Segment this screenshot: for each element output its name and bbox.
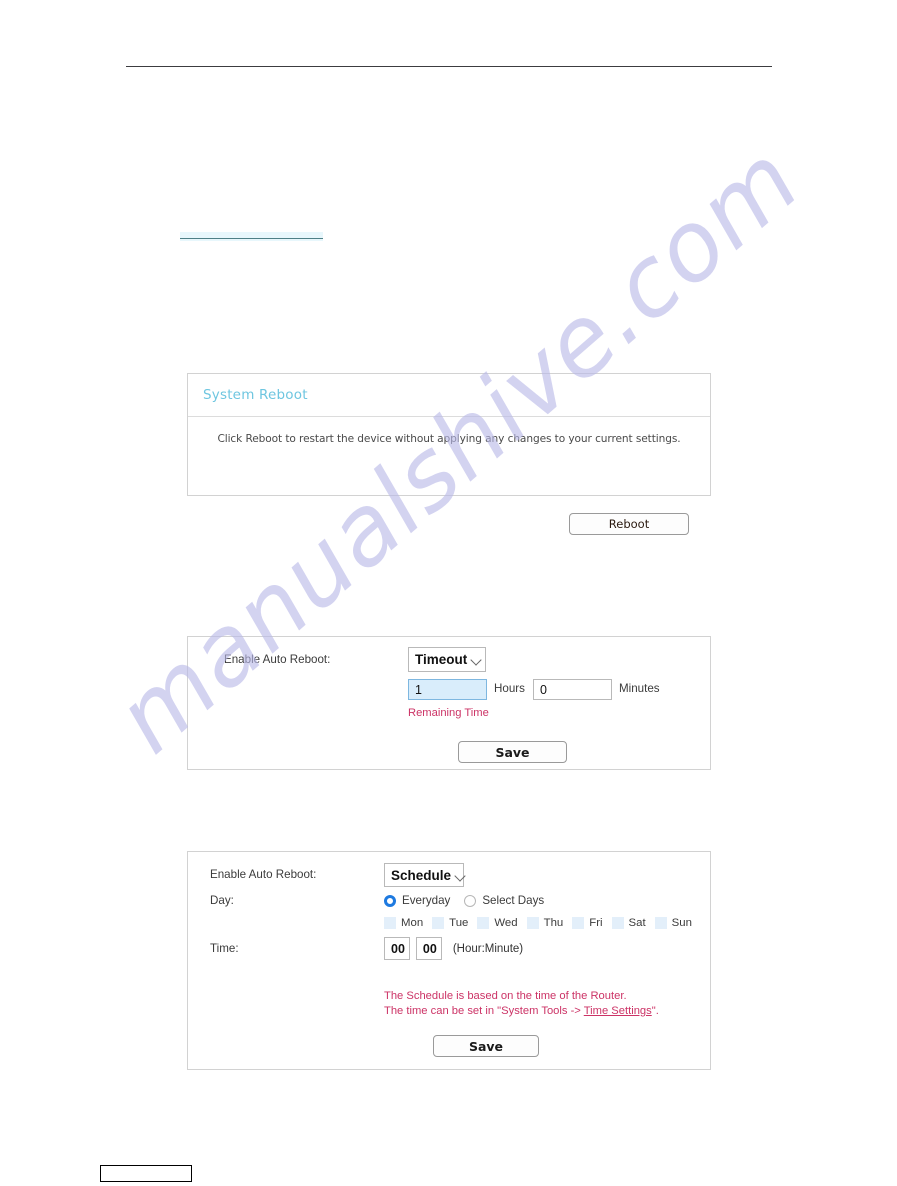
checkbox-icon[interactable] — [477, 917, 490, 929]
checkbox-icon[interactable] — [432, 917, 445, 929]
checkbox-icon[interactable] — [384, 917, 396, 929]
checkbox-icon[interactable] — [611, 917, 624, 929]
schedule-hint-prefix: The time can be set in "System Tools -> — [384, 1005, 584, 1017]
page-top-rule — [126, 66, 772, 67]
time-label: Time: — [210, 942, 239, 955]
day-label-sun: Sun — [671, 917, 692, 929]
auto-reboot-mode-select-schedule[interactable]: Schedule — [384, 863, 464, 887]
day-label-thu: Thu — [543, 917, 564, 929]
day-checkbox-mon[interactable]: Mon — [384, 917, 423, 929]
auto-reboot-schedule-panel: Enable Auto Reboot: Day: Time: Schedule … — [187, 851, 711, 1070]
radio-everyday-label[interactable]: Everyday — [402, 894, 450, 907]
hour-value: 00 — [391, 941, 405, 956]
minutes-input[interactable]: 0 — [533, 679, 612, 700]
hour-select[interactable]: 00 — [384, 937, 410, 960]
day-label-sat: Sat — [628, 917, 646, 929]
auto-reboot-timeout-panel: Enable Auto Reboot: Timeout 1 Hours 0 Mi… — [187, 636, 711, 770]
time-settings-link[interactable]: Time Settings — [584, 1005, 652, 1017]
day-checkbox-thu[interactable]: Thu — [526, 917, 564, 929]
remaining-time-label: Remaining Time — [408, 707, 489, 719]
system-reboot-title: System Reboot — [203, 387, 308, 403]
checkbox-icon[interactable] — [572, 917, 585, 929]
day-checkbox-wed[interactable]: Wed — [477, 917, 518, 929]
radio-everyday[interactable] — [384, 894, 396, 907]
system-reboot-panel: System Reboot Click Reboot to restart th… — [187, 373, 711, 535]
system-reboot-panel-body: Click Reboot to restart the device witho… — [188, 417, 710, 535]
system-reboot-description: Click Reboot to restart the device witho… — [217, 433, 681, 445]
schedule-hint-suffix: ". — [651, 1005, 659, 1017]
schedule-hint-line-2: The time can be set in "System Tools -> … — [384, 1005, 659, 1017]
checkbox-icon[interactable] — [526, 917, 539, 929]
footer-box — [100, 1165, 192, 1182]
radio-select-days[interactable] — [464, 894, 477, 907]
hours-unit-label: Hours — [494, 682, 525, 695]
enable-auto-reboot-label: Enable Auto Reboot: — [224, 653, 331, 666]
day-checkbox-sun[interactable]: Sun — [654, 917, 692, 929]
enable-auto-reboot-label-schedule: Enable Auto Reboot: — [210, 868, 317, 881]
schedule-hint-line-1: The Schedule is based on the time of the… — [384, 990, 627, 1002]
auto-reboot-mode-value: Timeout — [415, 652, 468, 667]
hours-input[interactable]: 1 — [408, 679, 487, 700]
day-checkbox-tue[interactable]: Tue — [432, 917, 468, 929]
chevron-down-icon — [455, 870, 463, 881]
day-checkbox-fri[interactable]: Fri — [572, 917, 603, 929]
section-heading-underline — [180, 232, 323, 241]
minute-value: 00 — [422, 941, 437, 956]
day-label-mon: Mon — [401, 917, 424, 929]
hour-minute-note: (Hour:Minute) — [452, 942, 524, 955]
day-label-tue: Tue — [449, 917, 469, 929]
day-label-fri: Fri — [589, 917, 603, 929]
chevron-down-icon — [471, 654, 482, 665]
timeout-save-button[interactable]: Save — [458, 741, 567, 763]
schedule-save-button[interactable]: Save — [433, 1035, 539, 1057]
time-selectors: 00 00 (Hour:Minute) — [384, 937, 523, 960]
auto-reboot-mode-value-schedule: Schedule — [391, 867, 452, 883]
system-reboot-panel-header: System Reboot — [188, 374, 710, 417]
auto-reboot-mode-select[interactable]: Timeout — [408, 647, 486, 672]
day-label: Day: — [210, 894, 234, 907]
day-checkbox-sat[interactable]: Sat — [611, 917, 646, 929]
minutes-unit-label: Minutes — [619, 682, 660, 695]
radio-select-days-label[interactable]: Select Days — [482, 894, 544, 907]
checkbox-icon[interactable] — [654, 917, 667, 929]
weekday-checkbox-group: Mon Tue Wed Thu Fri Sat Sun — [384, 917, 701, 929]
reboot-button[interactable]: Reboot — [569, 513, 689, 535]
day-label-wed: Wed — [494, 917, 518, 929]
day-mode-radio-group: Everyday Select Days — [384, 894, 558, 907]
minute-select[interactable]: 00 — [415, 937, 442, 960]
